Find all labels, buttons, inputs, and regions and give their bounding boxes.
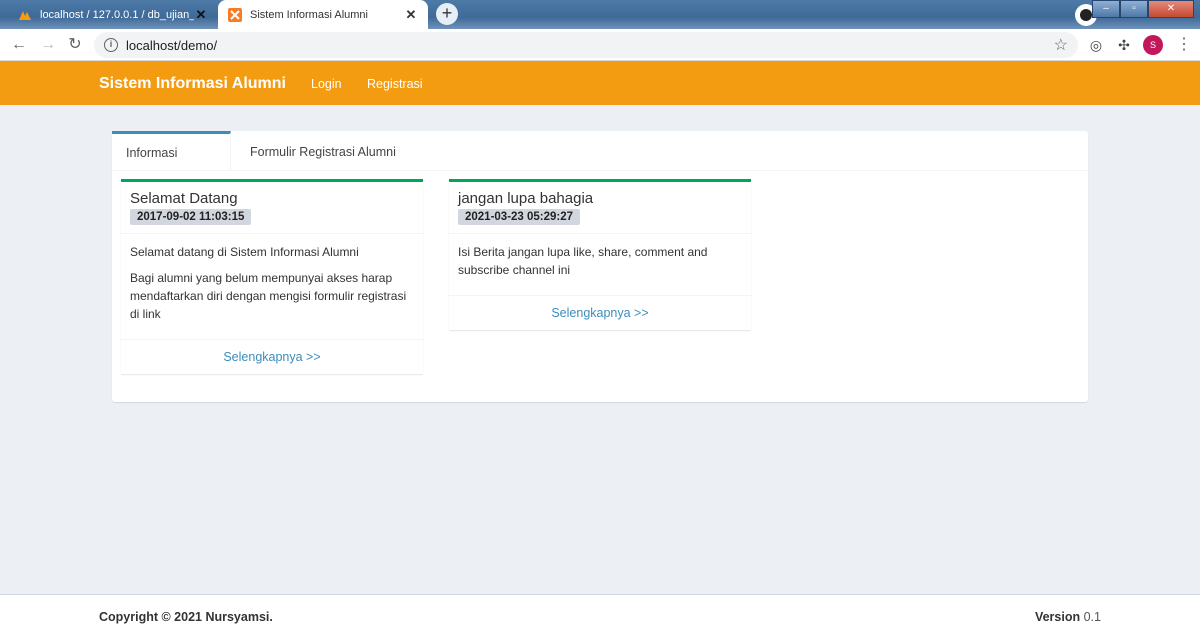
nav-registrasi-link[interactable]: Registrasi (367, 77, 423, 91)
extension-icon[interactable]: ◎ (1086, 35, 1106, 55)
browser-tab-alumni[interactable]: Sistem Informasi Alumni ✕ (218, 0, 428, 29)
maximize-button[interactable]: ▫ (1120, 0, 1148, 18)
news-card-header: Selamat Datang 2017-09-02 11:03:15 (121, 182, 423, 234)
phpmyadmin-icon (19, 10, 31, 20)
read-more-link[interactable]: Selengkapnya >> (449, 295, 751, 330)
content-box: Informasi Alumni Formulir Registrasi Alu… (112, 131, 1088, 402)
site-info-icon[interactable]: i (104, 38, 118, 52)
read-more-link[interactable]: Selengkapnya >> (121, 339, 423, 374)
news-body: Isi Berita jangan lupa like, share, comm… (449, 234, 751, 295)
reload-icon[interactable]: ↻ (64, 34, 86, 56)
tab-close-icon[interactable]: ✕ (404, 7, 418, 23)
address-bar[interactable]: i localhost/demo/ ☆ (94, 32, 1078, 58)
profile-avatar[interactable]: S (1143, 35, 1163, 55)
tab-close-icon[interactable]: ✕ (194, 7, 208, 23)
tab-informasi-alumni[interactable]: Informasi Alumni (112, 131, 231, 199)
address-url[interactable]: localhost/demo/ (126, 38, 217, 53)
back-icon[interactable]: ← (8, 34, 30, 56)
news-title: jangan lupa bahagia (458, 190, 594, 207)
browser-menu-icon[interactable]: ⋮ (1176, 35, 1192, 55)
news-card-header: jangan lupa bahagia 2021-03-23 05:29:27 (449, 182, 751, 234)
tab-title: localhost / 127.0.0.1 / db_ujian_2 (40, 8, 194, 21)
forward-icon[interactable]: → (37, 34, 59, 56)
content-tabs: Informasi Alumni Formulir Registrasi Alu… (112, 131, 1088, 199)
news-card: jangan lupa bahagia 2021-03-23 05:29:27 … (449, 179, 751, 330)
page-footer: Copyright © 2021 Nursyamsi. Version 0.1 (0, 594, 1200, 630)
minimize-button[interactable]: ‒ (1092, 0, 1120, 18)
news-title: Selamat Datang (130, 190, 238, 207)
browser-tab-phpmyadmin[interactable]: localhost / 127.0.0.1 / db_ujian_2 ✕ (8, 0, 218, 29)
tab-title: Sistem Informasi Alumni (250, 8, 368, 21)
bookmark-star-icon[interactable]: ☆ (1054, 35, 1068, 55)
tab-formulir-registrasi[interactable]: Formulir Registrasi Alumni (236, 131, 410, 171)
copyright-text: Copyright © 2021 Nursyamsi. (99, 610, 273, 624)
brand-logo[interactable]: Sistem Informasi Alumni (99, 75, 286, 93)
news-paragraph: Bagi alumni yang belum mempunyai akses h… (130, 271, 407, 321)
news-date-badge: 2021-03-23 05:29:27 (458, 209, 581, 225)
news-body: Selamat datang di Sistem Informasi Alumn… (121, 234, 423, 339)
window-close-button[interactable]: ✕ (1148, 0, 1194, 18)
window-controls: ‒ ▫ ✕ (1092, 0, 1194, 18)
xampp-icon (228, 7, 242, 22)
news-paragraph: Isi Berita jangan lupa like, share, comm… (458, 245, 708, 277)
news-paragraph: Selamat datang di Sistem Informasi Alumn… (130, 245, 359, 259)
version-number: 0.1 (1083, 610, 1101, 624)
browser-toolbar: ← → ↻ i localhost/demo/ ☆ ◎ ✣ S ⋮ (0, 29, 1200, 61)
app-navbar: Sistem Informasi Alumni Login Registrasi (0, 61, 1200, 105)
nav-login-link[interactable]: Login (311, 77, 342, 91)
extensions-puzzle-icon[interactable]: ✣ (1114, 35, 1134, 55)
new-tab-button[interactable]: + (436, 3, 458, 25)
version-info: Version 0.1 (1035, 610, 1101, 624)
browser-tabstrip: localhost / 127.0.0.1 / db_ujian_2 ✕ Sis… (0, 0, 1200, 29)
news-card: Selamat Datang 2017-09-02 11:03:15 Selam… (121, 179, 423, 374)
news-date-badge: 2017-09-02 11:03:15 (130, 209, 252, 225)
version-label: Version (1034, 610, 1081, 624)
